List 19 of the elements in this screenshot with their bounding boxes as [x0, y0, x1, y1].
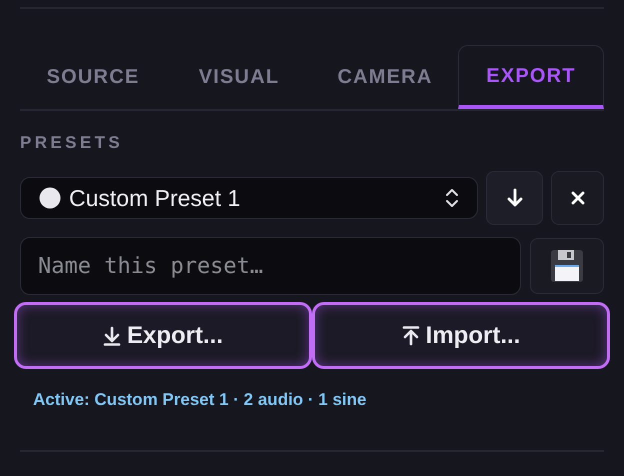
save-button[interactable]	[530, 238, 604, 294]
arrow-down-icon	[506, 188, 524, 208]
tab[interactable]: SOURCE	[20, 45, 166, 109]
section-heading: PRESETS	[20, 132, 124, 154]
export-button[interactable]: Export...	[14, 302, 312, 369]
download-icon	[102, 326, 121, 346]
circle-icon	[39, 187, 61, 209]
download-button[interactable]	[486, 171, 543, 225]
chevron-up-down-icon	[445, 187, 459, 209]
active-preset-status: Active: Custom Preset 1 · 2 audio · 1 sine	[33, 389, 368, 411]
import-button[interactable]: Import...	[312, 302, 610, 369]
preset-select[interactable]: Custom Preset 1	[20, 177, 478, 219]
tab[interactable]: CAMERA	[312, 45, 458, 109]
tab[interactable]: EXPORT	[458, 45, 604, 109]
preset-name-field[interactable]: Name this preset…	[20, 237, 521, 295]
tab[interactable]: VISUAL	[166, 45, 312, 109]
close-button[interactable]	[551, 171, 604, 225]
upload-icon	[402, 326, 420, 346]
close-icon	[570, 191, 584, 205]
